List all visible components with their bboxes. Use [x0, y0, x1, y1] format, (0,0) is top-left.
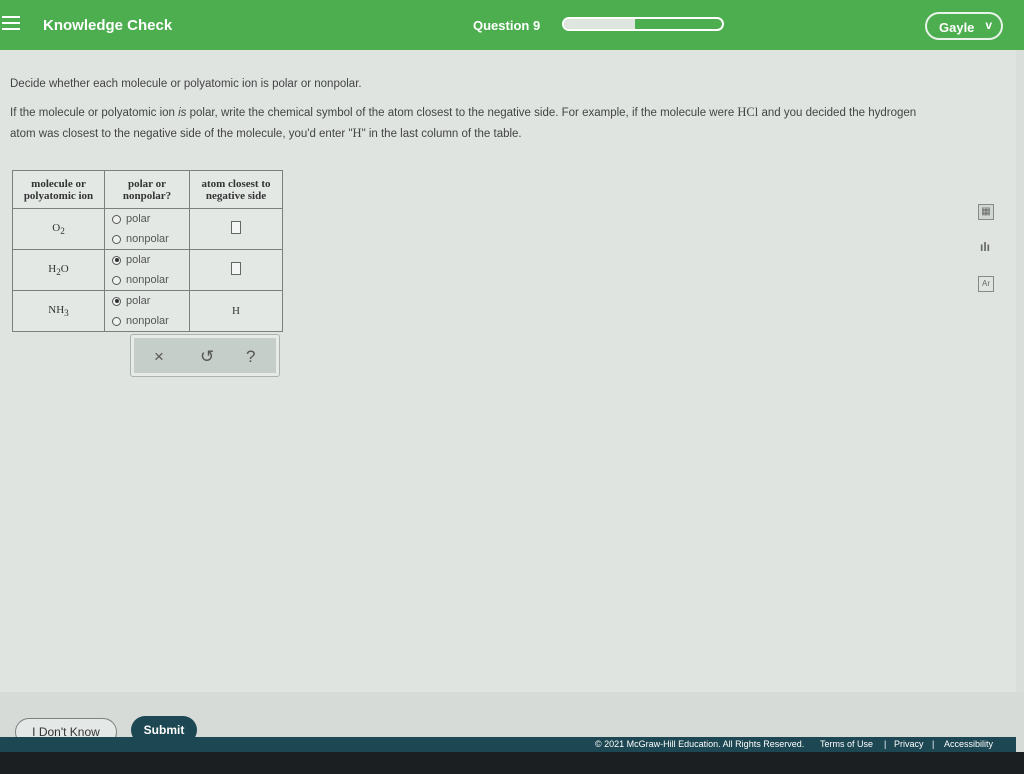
header-atom-closest: atom closest to negative side: [189, 170, 283, 209]
top-header: Knowledge Check Question 9 Gayle v: [0, 0, 1024, 50]
calculator-icon[interactable]: ▦: [978, 204, 994, 220]
nonpolar-option[interactable]: nonpolar: [112, 311, 189, 331]
nonpolar-radio[interactable]: [112, 316, 121, 326]
header-polarity: polar or nonpolar?: [104, 170, 190, 209]
clear-icon[interactable]: ×: [154, 347, 164, 367]
atom-input[interactable]: [231, 221, 241, 234]
table-row-nh3: NH3 polar nonpolar H: [12, 290, 283, 332]
app-title: Knowledge Check: [43, 17, 173, 34]
nonpolar-option[interactable]: nonpolar: [112, 270, 189, 290]
polar-option[interactable]: polar: [112, 250, 189, 270]
atom-input[interactable]: H: [232, 305, 240, 317]
hamburger-menu-icon[interactable]: [2, 16, 20, 32]
header-molecule: molecule or polyatomic ion: [12, 170, 105, 209]
polarity-cell: polar nonpolar: [104, 290, 190, 332]
answer-cell: [189, 208, 283, 250]
bottom-strip: [0, 752, 1024, 774]
data-chart-icon[interactable]: ılı: [978, 240, 992, 254]
footer-separator: |: [932, 739, 935, 749]
instruction-line-2: If the molecule or polyatomic ion is pol…: [10, 102, 930, 144]
progress-bar-fill: [564, 19, 636, 29]
terms-link[interactable]: Terms of Use: [820, 739, 873, 749]
polar-option[interactable]: polar: [112, 291, 189, 311]
instruction-text: If the molecule or polyatomic ion: [10, 107, 179, 119]
polar-radio[interactable]: [112, 296, 121, 306]
nonpolar-radio[interactable]: [112, 275, 121, 285]
molecule-cell: O2: [12, 208, 105, 250]
polarity-cell: polar nonpolar: [104, 249, 190, 291]
action-bar-inner: × ↺ ?: [134, 338, 276, 373]
nonpolar-option[interactable]: nonpolar: [112, 229, 189, 249]
undo-icon[interactable]: ↺: [200, 347, 214, 367]
example-molecule: HCl: [737, 105, 759, 119]
help-icon[interactable]: ?: [246, 347, 255, 367]
atom-input[interactable]: [231, 262, 241, 275]
copyright-bar: © 2021 McGraw-Hill Education. All Rights…: [0, 737, 1016, 752]
answer-cell: H: [189, 290, 283, 332]
instruction-line-1: Decide whether each molecule or polyatom…: [10, 78, 362, 90]
molecule-cell: NH3: [12, 290, 105, 332]
molecule-cell: H2O: [12, 249, 105, 291]
instruction-text: " in the last column of the table.: [361, 128, 522, 140]
table-row-o2: O2 polar nonpolar: [12, 208, 283, 250]
nonpolar-radio[interactable]: [112, 234, 121, 244]
user-menu-button[interactable]: Gayle v: [925, 12, 1003, 40]
copyright-text: © 2021 McGraw-Hill Education. All Rights…: [595, 739, 805, 749]
progress-bar: [562, 17, 724, 31]
accessibility-link[interactable]: Accessibility: [944, 739, 993, 749]
table-header-row: molecule or polyatomic ion polar or nonpol…: [12, 170, 283, 209]
privacy-link[interactable]: Privacy: [894, 739, 924, 749]
answer-cell: [189, 249, 283, 291]
polarity-cell: polar nonpolar: [104, 208, 190, 250]
table-row-h2o: H2O polar nonpolar: [12, 249, 283, 291]
periodic-table-icon[interactable]: Ar: [978, 276, 994, 292]
polar-radio[interactable]: [112, 214, 121, 224]
question-number-label: Question 9: [473, 18, 541, 33]
instruction-text: polar, write the chemical symbol of the …: [186, 107, 738, 119]
user-name: Gayle: [939, 20, 975, 35]
answer-table: molecule or polyatomic ion polar or nonpol…: [12, 170, 283, 332]
polar-radio[interactable]: [112, 255, 121, 265]
polar-option[interactable]: polar: [112, 209, 189, 229]
chevron-down-icon: v: [985, 18, 992, 32]
example-answer: H: [352, 126, 362, 140]
answer-action-bar: × ↺ ?: [130, 334, 280, 377]
footer-separator: |: [884, 739, 887, 749]
